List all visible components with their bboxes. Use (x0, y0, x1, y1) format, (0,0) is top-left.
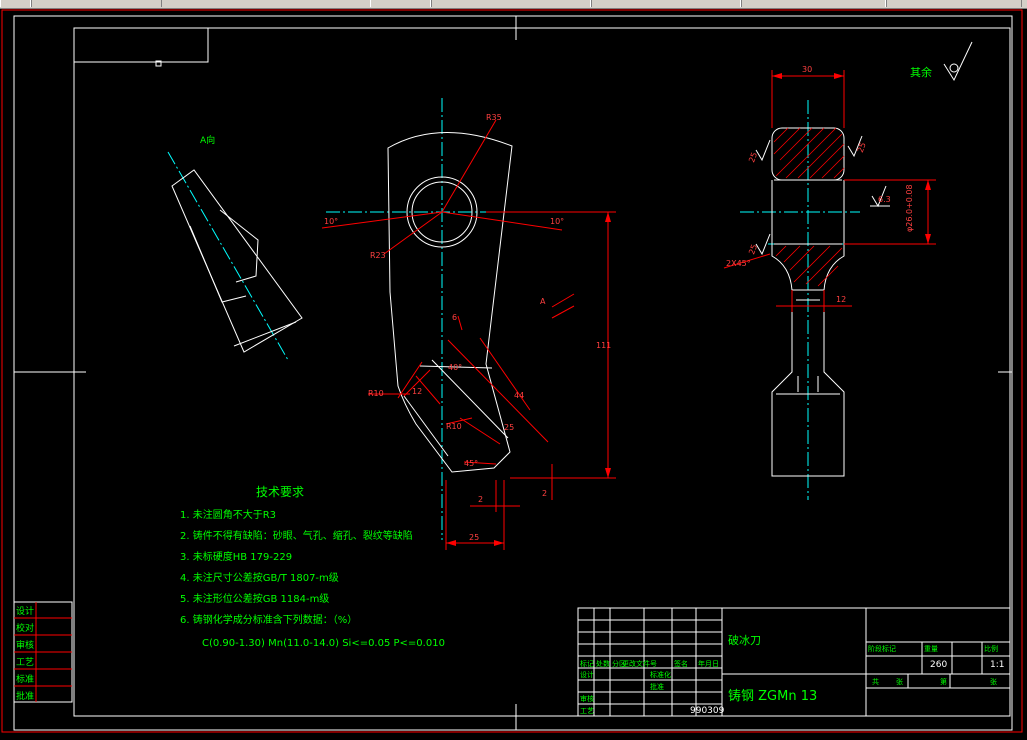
dim-diameter: φ26.0+0.08 (905, 184, 914, 232)
cad-drawing-canvas[interactable]: A向 R35 R23 10° 10° R10 R10 40° 45° 6 12 … (0, 0, 1027, 740)
tb-sheet-total: 共 (872, 677, 879, 686)
technical-requirements: 技术要求 1. 未注圆角不大于R3 2. 铸件不得有缺陷：砂眼、气孔、缩孔、裂纹… (180, 485, 445, 649)
drawing-frame (73, 27, 1011, 717)
tb-scale-label: 比例 (984, 644, 998, 653)
tech-item-6: 6. 铸钢化学成分标准含下列数据：（%） (180, 613, 357, 626)
tb-sheet-b: 张 (990, 677, 997, 686)
tb-row-label-2: 处数 (596, 659, 610, 668)
dim-angle-10-left: 10° (324, 217, 338, 226)
side-stamp-2: 校对 (16, 622, 34, 634)
drawing-number: 990309 (690, 706, 725, 716)
tb-row-label-5: 签名 (674, 659, 688, 668)
drawing-svg: A向 R35 R23 10° 10° R10 R10 40° 45° 6 12 … (1, 9, 1023, 733)
tb-sign-design: 设计 (580, 670, 594, 679)
tech-title: 技术要求 (256, 485, 304, 499)
part-name: 破冰刀 (728, 633, 761, 647)
tb-sheet-no: 第 (940, 677, 947, 686)
tb-weight-label: 重量 (924, 645, 938, 653)
side-stamp-6: 批准 (16, 690, 34, 702)
sheet-border (13, 15, 1013, 731)
dim-2-horizontal: 2 (478, 495, 483, 504)
tb-row-label-4: 更改文件号 (622, 659, 657, 668)
ra-25-right: 25 (856, 141, 868, 154)
ra-25-bottom: 25 (747, 243, 759, 256)
material: 铸钢 ZGMn 13 (728, 688, 817, 704)
dim-angle-40: 40° (448, 363, 462, 372)
dim-30: 30 (802, 65, 812, 74)
tb-std: 标准化 (650, 670, 671, 679)
dim-r10-lower: R10 (446, 422, 462, 431)
tb-sheet-a: 张 (896, 677, 903, 686)
dim-chamfer: 2X45° (726, 259, 751, 268)
roughness-symbol (943, 41, 973, 82)
weight: 260 (930, 660, 947, 670)
side-stamp-4: 工艺 (16, 657, 34, 668)
tb-sign-review: 审核 (580, 694, 594, 703)
dim-44: 44 (514, 391, 524, 400)
dim-angle-10-right: 10° (550, 217, 564, 226)
tech-item-5: 5. 未注形位公差按GB 1184-m级 (180, 592, 329, 605)
code-box (74, 28, 209, 63)
title-block: 标记 处数 分区 更改文件号 签名 年月日 设计 审核 工艺 标准化 批准 99… (577, 607, 1011, 717)
section-view (723, 70, 936, 500)
dim-2-vertical: 2 (542, 489, 547, 498)
tb-sign-process: 工艺 (580, 707, 594, 715)
dim-r23: R23 (370, 251, 386, 260)
tech-item-3: 3. 未标硬度HB 179-229 (180, 550, 292, 563)
dim-25: 25 (469, 533, 479, 542)
hatch-top (773, 127, 845, 179)
arrow-label-a: A (540, 297, 546, 306)
scale: 1:1 (990, 660, 1004, 670)
side-stamp-5: 标准 (16, 673, 34, 685)
tech-item-1: 1. 未注圆角不大于R3 (180, 508, 276, 521)
dim-6: 6 (452, 313, 457, 322)
viewport-frame (1, 9, 1023, 733)
dim-angle-45: 45° (464, 459, 478, 468)
ra-6-3: 6.3 (878, 195, 891, 204)
roughness-note: 其余 (910, 65, 932, 79)
tb-row-label-1: 标记 (580, 659, 594, 668)
dim-12: 12 (412, 387, 422, 396)
a-view: A向 (167, 134, 303, 361)
dim-r10-left: R10 (368, 389, 384, 398)
side-stamp: 设计 校对 审核 工艺 标准 批准 (13, 601, 73, 703)
tech-item-4: 4. 未注尺寸公差按GB/T 1807-m级 (180, 571, 339, 584)
front-view (321, 98, 616, 550)
dim-111: 111 (596, 341, 611, 350)
tech-item-2: 2. 铸件不得有缺陷：砂眼、气孔、缩孔、裂纹等缺陷 (180, 529, 413, 542)
view-label-a: A向 (200, 134, 215, 146)
side-stamp-1: 设计 (16, 605, 34, 617)
side-stamp-3: 审核 (16, 639, 34, 651)
composition: C(0.90-1.30) Mn(11.0-14.0) Si<=0.05 P<=0… (202, 638, 445, 649)
dim-12-section: 12 (836, 295, 846, 304)
tb-row-label-6: 年月日 (698, 659, 719, 668)
tb-approve: 批准 (650, 682, 664, 691)
tb-stage-label: 阶段标记 (868, 644, 896, 653)
dim-r35: R35 (486, 113, 502, 122)
dim-25-slant: 25 (504, 423, 514, 432)
